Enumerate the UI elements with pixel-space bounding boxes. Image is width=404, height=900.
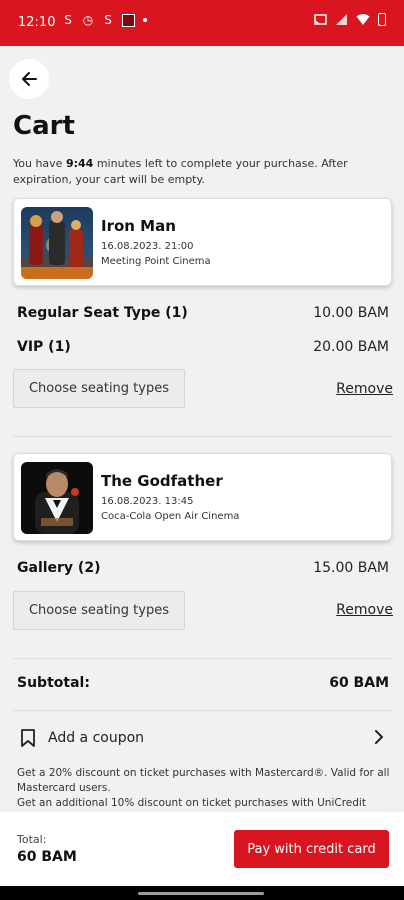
movie-venue: Meeting Point Cinema	[101, 256, 211, 267]
divider	[13, 436, 392, 437]
timer-text: You have 9:44 minutes left to complete y…	[13, 156, 393, 188]
subtotal-value: 60 BAM	[329, 675, 389, 691]
s-icon: S	[64, 13, 72, 27]
cast-icon	[314, 14, 327, 25]
total-label: Total:	[17, 833, 47, 846]
s-icon: S	[104, 13, 112, 27]
system-nav-bar	[0, 886, 404, 900]
app-icon	[122, 13, 135, 27]
movie-card[interactable]: Iron Man 16.08.2023. 21:00 Meeting Point…	[13, 198, 392, 286]
divider	[13, 658, 392, 659]
promo-line: Get a 20% discount on ticket purchases w…	[17, 767, 390, 794]
signal-icon	[336, 14, 347, 25]
battery-icon	[378, 13, 386, 26]
back-button[interactable]	[9, 59, 49, 99]
movie-card[interactable]: The Godfather 16.08.2023. 13:45 Coca-Col…	[13, 453, 392, 541]
seat-type-price: 20.00 BAM	[313, 339, 389, 355]
chevron-right-icon	[375, 730, 383, 744]
movie-date: 16.08.2023. 21:00	[101, 241, 194, 252]
subtotal-label: Subtotal:	[17, 675, 90, 691]
movie-date: 16.08.2023. 13:45	[101, 496, 194, 507]
checkout-footer: Total: 60 BAM Pay with credit card	[0, 812, 404, 886]
movie-venue: Coca-Cola Open Air Cinema	[101, 511, 240, 522]
movie-title: Iron Man	[101, 217, 176, 235]
choose-seating-types-button[interactable]: Choose seating types	[13, 591, 185, 630]
status-right-icons	[314, 13, 386, 26]
choose-seating-types-button[interactable]: Choose seating types	[13, 369, 185, 408]
bookmark-icon	[21, 729, 35, 747]
seat-type-price: 15.00 BAM	[313, 560, 389, 576]
timer-prefix: You have	[13, 157, 66, 170]
alarm-icon: ◷	[82, 13, 94, 27]
status-bar: 12:10 S ◷ S	[0, 0, 404, 46]
timer-time-left: 9:44	[65, 157, 94, 170]
seat-type-label: Regular Seat Type (1)	[17, 305, 188, 321]
movie-title: The Godfather	[101, 472, 223, 490]
status-time: 12:10	[18, 15, 56, 30]
divider	[13, 710, 392, 711]
dot-icon	[143, 18, 147, 22]
movie-poster	[21, 462, 93, 534]
pay-with-credit-card-button[interactable]: Pay with credit card	[234, 830, 389, 868]
remove-button[interactable]: Remove	[336, 602, 393, 618]
page-title: Cart	[13, 111, 75, 141]
status-left-icons: S ◷ S	[62, 13, 147, 27]
movie-poster	[21, 207, 93, 279]
arrow-left-icon	[22, 72, 37, 86]
seat-type-label: Gallery (2)	[17, 560, 101, 576]
seat-type-price: 10.00 BAM	[313, 305, 389, 321]
add-coupon-label: Add a coupon	[48, 730, 145, 746]
home-handle[interactable]	[138, 892, 264, 895]
wifi-icon	[356, 14, 370, 25]
remove-button[interactable]: Remove	[336, 381, 393, 397]
add-coupon-row[interactable]: Add a coupon	[13, 720, 392, 756]
total-value: 60 BAM	[17, 849, 77, 865]
seat-type-label: VIP (1)	[17, 339, 71, 355]
